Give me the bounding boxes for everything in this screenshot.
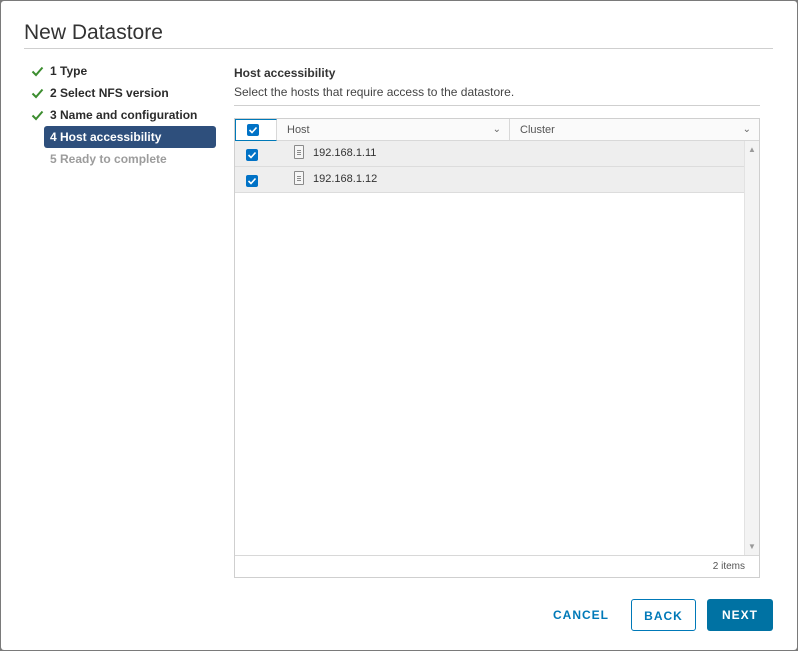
select-all-checkbox[interactable] <box>247 124 259 136</box>
grid-header: Host ⌄ Cluster ⌄ <box>235 119 759 141</box>
checkmark-icon <box>31 82 45 104</box>
step-label: 4 Host accessibility <box>50 130 162 144</box>
chevron-down-icon[interactable]: ⌄ <box>743 119 751 141</box>
title-divider <box>24 48 773 49</box>
step-type[interactable]: 1 Type <box>28 60 218 82</box>
host-name: 192.168.1.11 <box>313 147 377 159</box>
column-header-label: Cluster <box>520 124 555 136</box>
cancel-button[interactable]: CANCEL <box>545 599 617 631</box>
section-subtitle: Select the hosts that require access to … <box>234 85 515 99</box>
step-label: 1 Type <box>50 64 88 78</box>
hosts-datagrid: Host ⌄ Cluster ⌄ 192.168.1.11 192.168.1.… <box>234 118 760 578</box>
next-button[interactable]: NEXT <box>707 599 773 631</box>
column-header-cluster[interactable]: Cluster ⌄ <box>510 119 759 141</box>
table-row[interactable]: 192.168.1.12 <box>235 167 744 193</box>
step-host-accessibility[interactable]: 4 Host accessibility <box>44 126 216 148</box>
row-checkbox[interactable] <box>246 175 258 187</box>
checkmark-icon <box>31 60 45 82</box>
select-all-cell <box>235 119 277 141</box>
section-divider <box>234 105 760 106</box>
host-server-icon <box>294 145 304 159</box>
step-ready-to-complete: 5 Ready to complete <box>28 148 218 170</box>
row-checkbox[interactable] <box>246 149 258 161</box>
column-header-label: Host <box>287 124 310 136</box>
step-select-nfs-version[interactable]: 2 Select NFS version <box>28 82 218 104</box>
host-name: 192.168.1.12 <box>313 173 378 185</box>
host-server-icon <box>294 171 304 185</box>
item-count: 2 items <box>712 561 745 572</box>
step-name-and-configuration[interactable]: 3 Name and configuration <box>28 104 218 126</box>
section-title: Host accessibility <box>234 66 336 80</box>
chevron-down-icon[interactable]: ⌄ <box>493 119 501 141</box>
checkmark-icon <box>31 104 45 126</box>
grid-footer: 2 items <box>235 555 759 577</box>
wizard-steps: 1 Type 2 Select NFS version 3 Name and c… <box>28 60 218 170</box>
new-datastore-dialog: New Datastore 1 Type 2 Select NFS versio… <box>1 1 797 650</box>
vertical-scrollbar[interactable]: ▲ ▼ <box>744 141 759 555</box>
step-label: 5 Ready to complete <box>50 152 167 166</box>
scroll-up-icon[interactable]: ▲ <box>748 145 756 154</box>
back-button[interactable]: BACK <box>631 599 696 631</box>
step-label: 2 Select NFS version <box>50 86 169 100</box>
scroll-down-icon[interactable]: ▼ <box>748 542 756 551</box>
step-label: 3 Name and configuration <box>50 108 198 122</box>
dialog-title: New Datastore <box>24 21 163 44</box>
table-row[interactable]: 192.168.1.11 <box>235 141 744 167</box>
column-header-host[interactable]: Host ⌄ <box>277 119 510 141</box>
grid-body: 192.168.1.11 192.168.1.12 <box>235 141 744 193</box>
